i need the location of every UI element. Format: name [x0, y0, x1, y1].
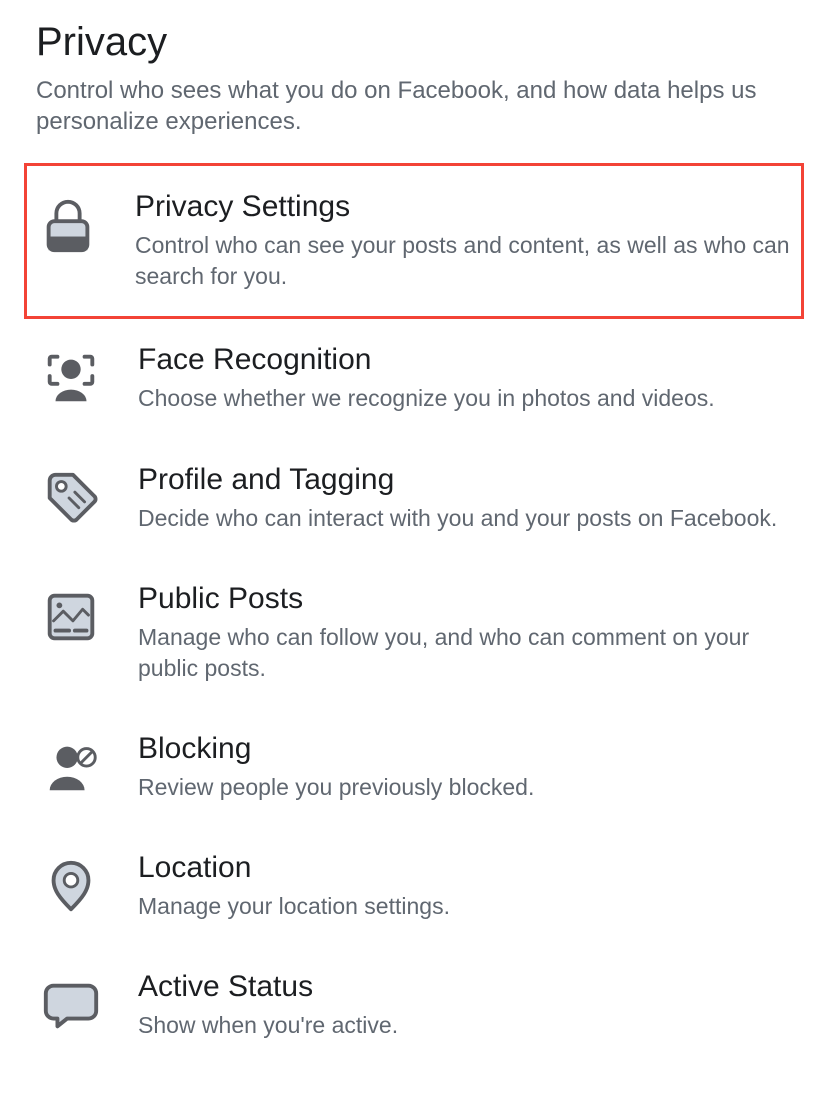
face-recognition-icon: [40, 347, 102, 409]
option-desc: Manage your location settings.: [138, 891, 788, 922]
location-pin-icon: [40, 855, 102, 917]
option-title: Location: [138, 851, 788, 885]
option-public-posts[interactable]: Public Posts Manage who can follow you, …: [36, 558, 792, 708]
option-privacy-settings[interactable]: Privacy Settings Control who can see you…: [24, 163, 804, 319]
lock-icon: [37, 194, 99, 256]
option-title: Public Posts: [138, 582, 788, 616]
tag-icon: [40, 467, 102, 529]
option-desc: Decide who can interact with you and you…: [138, 503, 788, 534]
option-blocking[interactable]: Blocking Review people you previously bl…: [36, 708, 792, 827]
option-profile-tagging[interactable]: Profile and Tagging Decide who can inter…: [36, 439, 792, 558]
option-title: Face Recognition: [138, 343, 788, 377]
chat-bubble-icon: [40, 974, 102, 1036]
option-title: Privacy Settings: [135, 190, 791, 224]
option-title: Profile and Tagging: [138, 463, 788, 497]
option-desc: Show when you're active.: [138, 1010, 788, 1041]
option-active-status[interactable]: Active Status Show when you're active.: [36, 946, 792, 1065]
page-title: Privacy: [36, 20, 792, 65]
privacy-option-list: Privacy Settings Control who can see you…: [36, 163, 792, 1064]
image-post-icon: [40, 586, 102, 648]
option-desc: Manage who can follow you, and who can c…: [138, 622, 788, 684]
page-subtitle: Control who sees what you do on Facebook…: [36, 75, 792, 137]
option-desc: Review people you previously blocked.: [138, 772, 788, 803]
option-title: Blocking: [138, 732, 788, 766]
block-user-icon: [40, 736, 102, 798]
option-title: Active Status: [138, 970, 788, 1004]
option-desc: Choose whether we recognize you in photo…: [138, 383, 788, 414]
option-face-recognition[interactable]: Face Recognition Choose whether we recog…: [36, 319, 792, 438]
option-location[interactable]: Location Manage your location settings.: [36, 827, 792, 946]
option-desc: Control who can see your posts and conte…: [135, 230, 791, 292]
